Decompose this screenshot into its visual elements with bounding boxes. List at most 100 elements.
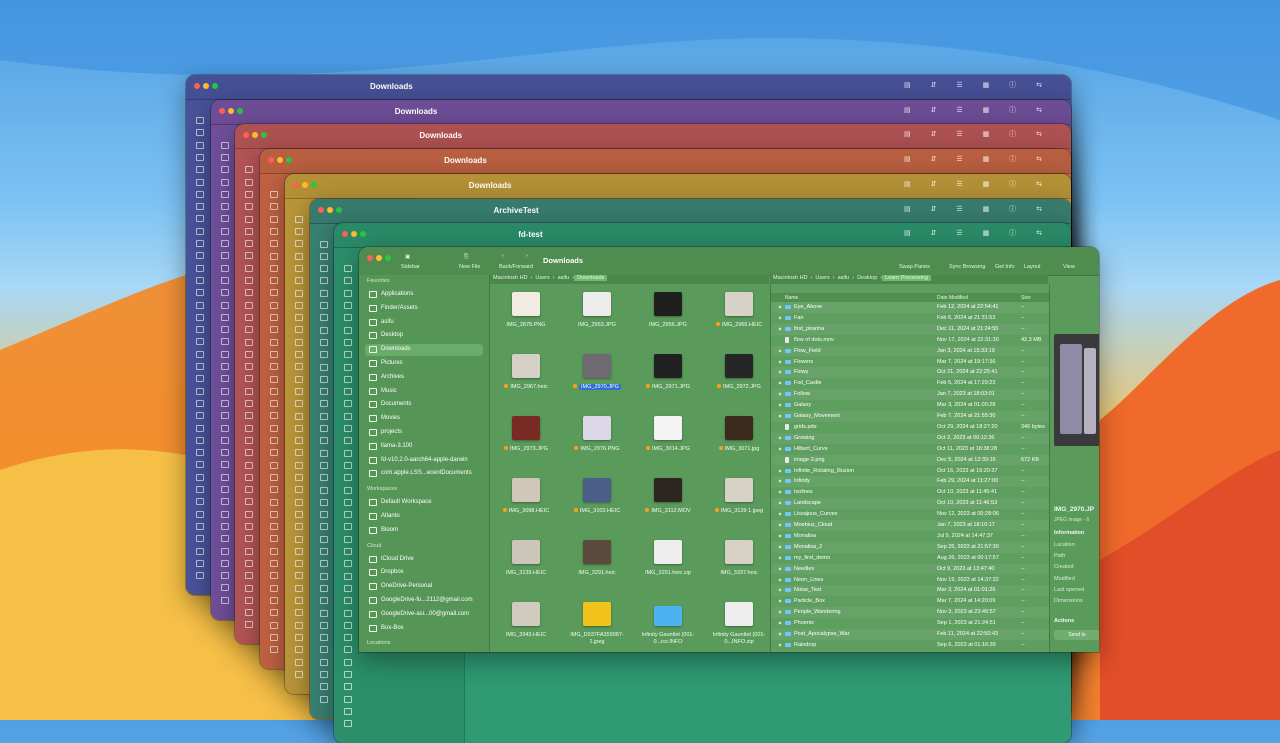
disclosure-triangle-icon[interactable]: ▶	[779, 500, 782, 505]
list-row[interactable]: ▶ Post_Apocalypse_War Feb 11, 2024 at 22:5…	[771, 629, 1049, 640]
minimize-button[interactable]	[351, 231, 358, 238]
disclosure-triangle-icon[interactable]: ▶	[779, 533, 782, 538]
sidebar-item-llama-3-100[interactable]: llama-3.100	[365, 441, 483, 453]
zoom-button[interactable]	[360, 231, 367, 238]
sidebar-item-pictures[interactable]: Pictures	[365, 358, 483, 370]
sidebar-item-googledrive-asi-00-gmail-com[interactable]: GoogleDrive-asi...00@gmail.com	[365, 609, 483, 621]
sidebar-item-box-box[interactable]: Box-Box	[365, 623, 483, 635]
finder-window-downloads[interactable]: ▣ Sidebar ⎘ New File ‹ › Back/Forward Do…	[359, 247, 1099, 652]
disclosure-triangle-icon[interactable]: ▶	[779, 555, 782, 560]
list-row[interactable]: ▶ Noise_Test Mar 3, 2024 at 01:01:26 --	[771, 585, 1049, 597]
file-item[interactable]: IMG_3112.MOV	[634, 472, 702, 534]
disclosure-triangle-icon[interactable]: ▶	[779, 413, 782, 418]
list-row[interactable]: ▶ People_Wandering Nov 3, 2023 at 23:49:57…	[771, 607, 1049, 619]
list-row[interactable]: ▶ Flow_Field Jan 3, 2024 at 15:33:19 --	[771, 345, 1049, 357]
list-row[interactable]: ▶ Galaxy Mar 3, 2024 at 01:00:28 --	[771, 400, 1049, 411]
file-item[interactable]: IMG_3291.heic.zip	[634, 534, 702, 596]
disclosure-triangle-icon[interactable]: ▶	[779, 402, 782, 407]
disclosure-triangle-icon[interactable]: ▶	[779, 620, 782, 625]
sidebar-item-downloads[interactable]: Downloads	[365, 344, 483, 357]
file-item[interactable]: IMG_2972.JPG	[705, 348, 773, 410]
file-item[interactable]: IMG_2956.JPG	[634, 286, 702, 348]
sidebar-item-onedrive-personal[interactable]: OneDrive-Personal	[365, 581, 483, 593]
disclosure-triangle-icon[interactable]: ▶	[779, 478, 782, 483]
disclosure-triangle-icon[interactable]: ▶	[779, 468, 782, 473]
list-row[interactable]: ▶ Particle_Box Mar 7, 2024 at 14:20:09 --	[771, 596, 1049, 607]
list-row[interactable]: ▶ Lissajous_Curves Nov 12, 2023 at 00:28:0…	[771, 509, 1049, 520]
get-info-button[interactable]: Get Info	[995, 264, 1015, 270]
sidebar-item-googledrive-fu-2112-gmail-com[interactable]: GoogleDrive-fu...2112@gmail.com	[365, 595, 483, 607]
list-row[interactable]: grids.pde Oct 29, 2024 at 18:27:20 346 byt…	[771, 422, 1049, 433]
disclosure-triangle-icon[interactable]: ▶	[779, 522, 782, 527]
sidebar-item-finder-assets[interactable]: Finder/Assets	[365, 303, 483, 315]
file-item[interactable]: IMG_2970.JPG	[563, 348, 631, 410]
forward-icon[interactable]: ›	[526, 253, 528, 259]
disclosure-triangle-icon[interactable]: ▶	[779, 326, 782, 331]
send-to-button[interactable]: Send to	[1054, 630, 1099, 640]
swap-panes-button[interactable]: Swap Panes	[899, 264, 930, 270]
back-icon[interactable]: ‹	[502, 253, 504, 259]
path-segment[interactable]: Users	[532, 275, 552, 281]
sidebar-item-music[interactable]: Music	[365, 386, 483, 398]
list-row[interactable]: ▶ Infinity Feb 29, 2024 at 11:27:00 --	[771, 476, 1049, 488]
disclosure-triangle-icon[interactable]: ▶	[779, 359, 782, 364]
file-item[interactable]: IMG_D937FA359987-1.jpeg	[563, 596, 631, 652]
file-item[interactable]: IMG_3139 1.jpeg	[705, 472, 773, 534]
sidebar-item-documents[interactable]: Documents	[365, 399, 483, 411]
zoom-button[interactable]	[212, 83, 218, 89]
list-row[interactable]: ▶ Flowers Mar 7, 2024 at 19:17:36 --	[771, 357, 1049, 368]
file-item[interactable]: IMG_3337.heic	[705, 534, 773, 596]
list-row[interactable]: ▶ Raindrop Sep 6, 2023 at 01:16:39 --	[771, 640, 1049, 651]
close-button[interactable]	[342, 231, 349, 238]
sidebar-item-movies[interactable]: Movies	[365, 413, 483, 425]
disclosure-triangle-icon[interactable]: ▶	[779, 609, 782, 614]
path-segment[interactable]: Macintosh HD	[770, 275, 811, 281]
sidebar-item-default-workspace[interactable]: Default Workspace	[365, 497, 483, 509]
sidebar-item-com-apple-lss-ecentdocuments[interactable]: com.apple.LSS...ecentDocuments	[365, 468, 483, 480]
zoom-button[interactable]	[261, 132, 268, 139]
disclosure-triangle-icon[interactable]: ▶	[779, 631, 782, 636]
file-item[interactable]: IMG_2878.PNG	[492, 286, 560, 348]
column-date-modified[interactable]: Date Modified	[937, 295, 968, 301]
list-row[interactable]: ▶ my_first_demo Aug 26, 2023 at 00:17:57 --	[771, 553, 1049, 564]
column-size[interactable]: Size	[1021, 295, 1031, 301]
sidebar-item-icloud-drive[interactable]: iCloud Drive	[365, 554, 483, 566]
minimize-button[interactable]	[203, 83, 209, 89]
sidebar-item-bloom[interactable]: Bloom	[365, 525, 483, 537]
list-row[interactable]: ▶ Eye_Above Feb 12, 2024 at 22:54:41 --	[771, 302, 1049, 313]
close-button[interactable]	[268, 157, 275, 164]
disclosure-triangle-icon[interactable]: ▶	[779, 348, 782, 353]
zoom-button[interactable]	[286, 157, 293, 164]
path-segment[interactable]: asifu	[555, 275, 573, 281]
sidebar-item-asifu[interactable]: asifu	[365, 317, 483, 329]
file-item[interactable]: IMG_3071.jpg	[705, 410, 773, 472]
list-row[interactable]: ▶ Hilbert_Curve Oct 11, 2023 at 18:38:28 --	[771, 444, 1049, 455]
minimize-button[interactable]	[301, 181, 308, 188]
file-item[interactable]: Infinity Gauntlet (001-0...ics.INFO	[634, 596, 702, 652]
sidebar-item-archives[interactable]: Archives	[365, 372, 483, 384]
list-row[interactable]: ▶ Moebius_Cloud Jan 7, 2023 at 18:10:17 --	[771, 520, 1049, 531]
view-button[interactable]: View	[1063, 264, 1075, 270]
zoom-button[interactable]	[385, 255, 391, 261]
disclosure-triangle-icon[interactable]: ▶	[779, 369, 782, 374]
close-button[interactable]	[367, 255, 373, 261]
file-item[interactable]: IMG_3103.HEIC	[563, 472, 631, 534]
sidebar-item-applications[interactable]: Applications	[365, 289, 483, 301]
minimize-button[interactable]	[326, 206, 333, 213]
disclosure-triangle-icon[interactable]: ▶	[779, 577, 782, 582]
back-forward-button[interactable]: Back/Forward	[499, 264, 533, 270]
file-item[interactable]: IMG_3343.HEIC	[492, 596, 560, 652]
file-item[interactable]: IMG_3098.HEIC	[492, 472, 560, 534]
file-item[interactable]: IMG_2953.JPG	[563, 286, 631, 348]
zoom-button[interactable]	[310, 181, 317, 188]
disclosure-triangle-icon[interactable]: ▶	[779, 391, 782, 396]
disclosure-triangle-icon[interactable]: ▶	[779, 598, 782, 603]
list-row[interactable]: ▶ Monalisa Jul 9, 2024 at 14:47:37 --	[771, 531, 1049, 542]
zoom-button[interactable]	[236, 107, 243, 114]
close-button[interactable]	[218, 107, 225, 114]
file-item[interactable]: IMG_2971.JPG	[634, 348, 702, 410]
list-row[interactable]: ▶ Galaxy_Movement Feb 7, 2024 at 21:55:30 -…	[771, 411, 1049, 422]
disclosure-triangle-icon[interactable]: ▶	[779, 304, 782, 309]
close-button[interactable]	[243, 132, 250, 139]
list-row[interactable]: flow of dots.mov Nov 17, 2024 at 22:31:30…	[771, 335, 1049, 346]
